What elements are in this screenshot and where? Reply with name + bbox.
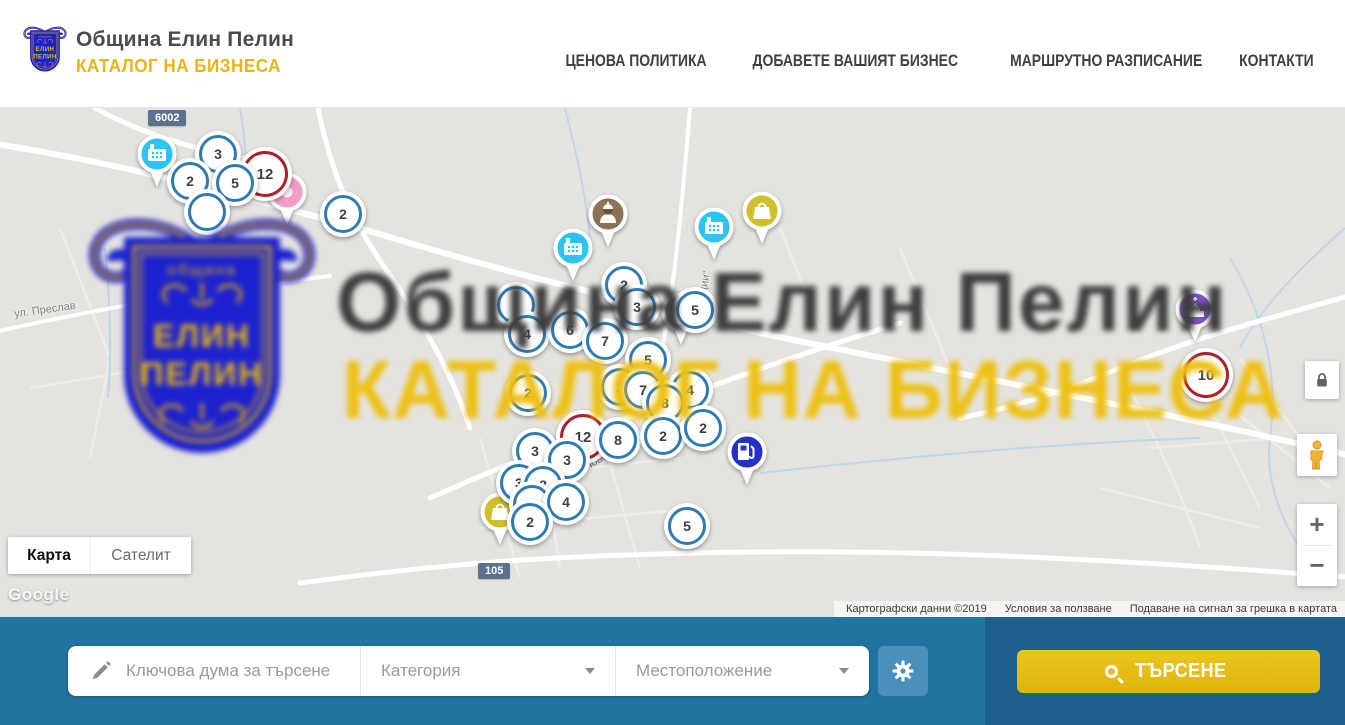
fuel-station-pin[interactable] [724, 431, 770, 493]
cluster-marker[interactable]: 8 [595, 417, 641, 463]
zoom-in-button[interactable]: + [1297, 504, 1337, 545]
svg-text:ЕЛИН: ЕЛИН [36, 46, 55, 53]
cluster-marker[interactable]: 2 [680, 405, 726, 451]
zoom-control: + − [1297, 504, 1337, 586]
header: община ЕЛИН ПЕЛИН Община Елин Пелин КАТА… [0, 0, 1345, 108]
municipality-logo[interactable]: община ЕЛИН ПЕЛИН [22, 26, 68, 83]
shopping-pin[interactable] [739, 190, 785, 252]
category-select[interactable]: Категория [360, 646, 615, 696]
cluster-marker[interactable]: 2 [505, 370, 551, 416]
lock-icon [1315, 372, 1329, 388]
cluster-marker[interactable]: 7 [582, 318, 628, 364]
map-type-map-button[interactable]: Карта [8, 537, 90, 574]
search-button[interactable]: ТЪРСЕНЕ [1017, 650, 1320, 693]
pegman-icon [1306, 440, 1328, 470]
page: община ЕЛИН ПЕЛИН Община Елин Пелин КАТА… [0, 0, 1345, 725]
keyword-field[interactable] [68, 646, 360, 696]
chevron-down-icon [839, 668, 849, 674]
crest-icon: община ЕЛИН ПЕЛИН [22, 26, 68, 78]
map-type-control: Карта Сателит [8, 537, 191, 574]
cluster-marker[interactable]: 2 [320, 191, 366, 237]
cluster-marker[interactable]: 5 [664, 503, 710, 549]
pencil-icon [90, 660, 112, 682]
cluster-marker[interactable]: 2 [640, 413, 686, 459]
zoom-out-button[interactable]: − [1297, 546, 1337, 587]
advanced-settings-button[interactable] [878, 646, 928, 696]
keyword-input[interactable] [126, 661, 331, 681]
lock-button[interactable] [1305, 361, 1339, 399]
search-bar: Категория Местоположение [0, 617, 1345, 725]
church-pin[interactable] [1172, 288, 1218, 350]
site-title: Община Елин Пелин [76, 28, 294, 52]
pegman-control[interactable] [1297, 434, 1337, 476]
cluster-marker[interactable]: 4 [504, 311, 550, 357]
nav-add-business[interactable]: ДОБАВЕТЕ ВАШИЯТ БИЗНЕС [753, 51, 958, 71]
nav-contacts[interactable]: КОНТАКТИ [1239, 51, 1314, 71]
gear-icon [890, 658, 916, 684]
report-error-link[interactable]: Подаване на сигнал за грешка в картата [1130, 603, 1337, 615]
markers-layer: 321252235467522748128223338342510 [0, 108, 1345, 617]
factory-pin[interactable] [691, 206, 737, 268]
terms-link[interactable]: Условия за ползване [1005, 603, 1112, 615]
chevron-down-icon [585, 668, 595, 674]
factory-pin[interactable] [550, 227, 596, 289]
map-type-satellite-button[interactable]: Сателит [90, 537, 191, 574]
main-nav: ЦЕНОВА ПОЛИТИКА ДОБАВЕТЕ ВАШИЯТ БИЗНЕС М… [550, 0, 1322, 108]
svg-text:община: община [38, 34, 51, 38]
map-attribution: Картографски данни ©2019 Условия за полз… [834, 601, 1345, 617]
cluster-marker[interactable]: 2 [507, 499, 553, 545]
location-select[interactable]: Местоположение [615, 646, 869, 696]
search-field-group: Категория Местоположение [68, 646, 869, 696]
cluster-marker[interactable] [184, 189, 230, 235]
google-logo[interactable]: Google [8, 585, 70, 605]
nav-route-schedule[interactable]: МАРШРУТНО РАЗПИСАНИЕ [1010, 51, 1202, 71]
cluster-marker[interactable]: 5 [672, 287, 718, 333]
category-select-label: Категория [381, 661, 460, 681]
nav-pricing-policy[interactable]: ЦЕНОВА ПОЛИТИКА [566, 51, 707, 71]
svg-text:ПЕЛИН: ПЕЛИН [33, 54, 56, 61]
cluster-marker[interactable]: 3 [614, 284, 660, 330]
location-select-label: Местоположение [636, 661, 772, 681]
attribution-copyright: Картографски данни ©2019 [846, 603, 987, 615]
map-canvas[interactable]: 6002105 ул. Преславбул. „Новоселции“ 321… [0, 108, 1345, 617]
search-button-label: ТЪРСЕНЕ [1135, 660, 1226, 683]
cluster-marker[interactable]: 10 [1179, 348, 1233, 402]
brand-block[interactable]: Община Елин Пелин КАТАЛОГ НА БИЗНЕСА [76, 28, 294, 77]
search-icon [1105, 665, 1118, 678]
site-subtitle: КАТАЛОГ НА БИЗНЕСА [76, 56, 283, 77]
